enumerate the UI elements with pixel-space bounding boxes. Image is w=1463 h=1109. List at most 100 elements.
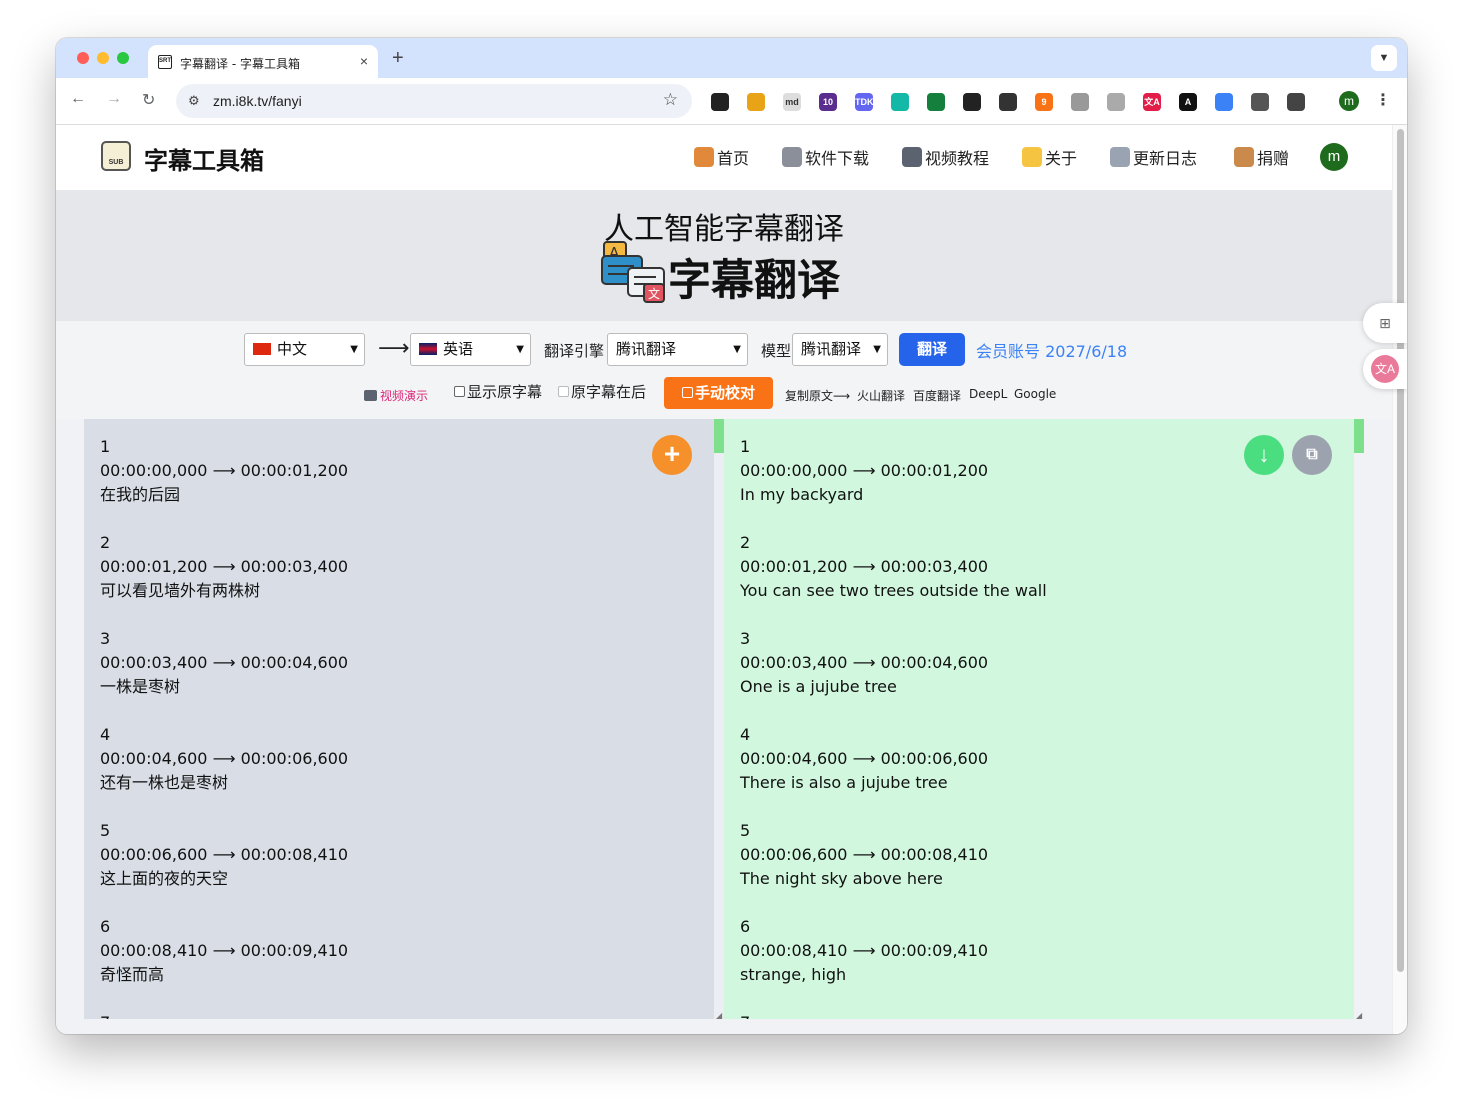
ai-extension-icon[interactable] [891, 93, 909, 111]
minimize-window-button[interactable] [97, 52, 109, 64]
nav-link-label: 关于 [1045, 149, 1078, 168]
forward-arrow-icon[interactable]: → [106, 90, 122, 108]
reader-extension-icon[interactable] [747, 93, 765, 111]
panel-divider [714, 419, 724, 1019]
source-language-select[interactable]: 中文 ▼ [244, 333, 365, 366]
member-account-link[interactable]: 会员账号 2027/6/18 [976, 338, 1127, 362]
volcano-translate-link[interactable]: 火山翻译 [857, 387, 905, 404]
cap-extension-icon[interactable]: 10 [819, 93, 837, 111]
site-logo-icon[interactable]: SUB [101, 141, 131, 171]
puzzle-extension-icon[interactable] [1251, 93, 1269, 111]
manual-proofread-button[interactable]: 手动校对 [664, 377, 773, 409]
reload-icon[interactable]: ↻ [142, 90, 155, 110]
source-language-value: 中文 [277, 340, 308, 358]
nine-extension-icon[interactable]: 9 [1035, 93, 1053, 111]
circle-extension-icon[interactable] [999, 93, 1017, 111]
subtitle-text: 一株是枣树 [100, 677, 181, 696]
playlist-extension-icon[interactable] [1287, 93, 1305, 111]
subtitle-index: 1 [100, 437, 111, 456]
subtitle-time: 00:00:08,410 ⟶ 00:00:09,410 [100, 941, 349, 960]
translate-extension-icon[interactable]: 文A [1143, 93, 1161, 111]
checkbox-box[interactable] [454, 386, 465, 397]
subtitle-entry: 6 00:00:08,410 ⟶ 00:00:09,410 奇怪而高 [100, 915, 348, 987]
translate-button[interactable]: 翻译 [899, 333, 965, 366]
url-text[interactable]: zm.i8k.tv/fanyi [213, 93, 302, 109]
subtitle-entry: 7 [740, 1011, 1047, 1019]
show-original-checkbox[interactable]: 显示原字幕 [454, 381, 542, 402]
subtitle-text: In my backyard [740, 485, 864, 504]
green-extension-icon[interactable] [927, 93, 945, 111]
target-subtitle-textarea[interactable]: 1 00:00:00,000 ⟶ 00:00:01,200 In my backya… [724, 419, 1354, 1019]
target-language-select[interactable]: 英语 ▼ [410, 333, 531, 366]
show-original-label: 显示原字幕 [467, 383, 543, 401]
bookmark-star-icon[interactable]: ☆ [663, 90, 678, 110]
subtitle-text: 这上面的夜的天空 [100, 869, 229, 888]
right-progress-marker [1354, 419, 1364, 453]
markdown-extension-icon[interactable]: md [783, 93, 801, 111]
video-demo-text: 视频演示 [380, 389, 429, 403]
google-link[interactable]: Google [1014, 387, 1056, 401]
add-file-button[interactable]: + [652, 435, 692, 475]
new-tab-button[interactable]: + [392, 47, 404, 70]
address-bar[interactable]: ⚙ zm.i8k.tv/fanyi ☆ [176, 84, 692, 118]
chevron-down-icon: ▼ [733, 344, 741, 355]
nav-link-2[interactable]: 视频教程 [902, 145, 989, 169]
user-avatar[interactable]: m [1320, 143, 1348, 171]
nav-link-1[interactable]: 软件下载 [782, 145, 869, 169]
resize-handle-icon[interactable]: ◢ [1356, 1011, 1362, 1020]
deepl-link[interactable]: DeepL [969, 387, 1007, 401]
subtitle-time: 00:00:04,600 ⟶ 00:00:06,600 [100, 749, 349, 768]
subtitle-entry: 1 00:00:00,000 ⟶ 00:00:01,200 In my backya… [740, 435, 1047, 507]
subtitle-index: 5 [100, 821, 111, 840]
floating-qr-button[interactable]: ⊞ [1363, 303, 1407, 343]
engine-label: 翻译引擎 [544, 342, 605, 360]
nav-link-3[interactable]: 关于 [1022, 145, 1077, 169]
checkbox-box[interactable] [558, 386, 569, 397]
subtitle-entry: 5 00:00:06,600 ⟶ 00:00:08,410 The night sk… [740, 819, 1047, 891]
chevron-down-icon: ▼ [516, 344, 524, 355]
copy-button[interactable]: ⧉ [1292, 435, 1332, 475]
source-entries: 1 00:00:00,000 ⟶ 00:00:01,200 在我的后园 2 00:00:… [100, 435, 348, 1019]
browser-menu-icon[interactable]: ⋮ [1375, 90, 1391, 110]
copy-original-link[interactable]: 复制原文⟶ [785, 387, 850, 404]
tab-strip: SRT 字幕翻译 - 字幕工具箱 × + ▼ [56, 38, 1407, 78]
scrollbar-thumb[interactable] [1397, 129, 1404, 972]
engine-select[interactable]: 腾讯翻译 ▼ [607, 333, 748, 366]
download-button[interactable]: ↓ [1244, 435, 1284, 475]
camera-extension-icon[interactable] [1071, 93, 1089, 111]
subtitle-entry: 4 00:00:04,600 ⟶ 00:00:06,600 There is als… [740, 723, 1047, 795]
a-extension-icon[interactable]: A [1179, 93, 1197, 111]
pen-extension-icon[interactable] [963, 93, 981, 111]
back-arrow-icon[interactable]: ← [70, 90, 86, 108]
source-subtitle-textarea[interactable]: 1 00:00:00,000 ⟶ 00:00:01,200 在我的后园 2 00:00:… [84, 419, 714, 1019]
close-window-button[interactable] [77, 52, 89, 64]
baidu-translate-link[interactable]: 百度翻译 [913, 387, 961, 404]
mask-extension-icon[interactable] [711, 93, 729, 111]
subtitle-entry: 3 00:00:03,400 ⟶ 00:00:04,600 一株是枣树 [100, 627, 348, 699]
zoom-window-button[interactable] [117, 52, 129, 64]
model-value: 腾讯翻译 [801, 340, 862, 358]
nav-link-4[interactable]: 更新日志 [1110, 145, 1197, 169]
tdk-extension-icon[interactable]: TDK [855, 93, 873, 111]
original-after-checkbox[interactable]: 原字幕在后 [558, 381, 646, 402]
chat-extension-icon[interactable] [1107, 93, 1125, 111]
page-scrollbar[interactable] [1392, 125, 1407, 1034]
video-demo-link[interactable]: 视频演示 [364, 387, 428, 404]
browser-tab-active[interactable]: SRT 字幕翻译 - 字幕工具箱 × [148, 45, 378, 78]
hero-subtitle: 人工智能字幕翻译 [604, 212, 844, 247]
site-settings-icon[interactable]: ⚙ [188, 93, 200, 109]
subtitle-text: 可以看见墙外有两株树 [100, 581, 261, 600]
browser-profile-avatar[interactable]: m [1339, 91, 1359, 111]
file-extension-icon[interactable] [1215, 93, 1233, 111]
site-logo-text[interactable]: 字幕工具箱 [144, 141, 264, 176]
model-select[interactable]: 腾讯翻译 ▼ [792, 333, 888, 366]
tv-icon [902, 147, 922, 167]
tab-search-chevron-icon[interactable]: ▼ [1371, 45, 1397, 71]
subtitle-entry: 3 00:00:03,400 ⟶ 00:00:04,600 One is a juj… [740, 627, 1047, 699]
tab-close-icon[interactable]: × [360, 53, 368, 69]
floating-translate-button[interactable]: 文A [1363, 349, 1407, 389]
srt-favicon-icon: SRT [158, 55, 172, 69]
nav-link-5[interactable]: 捐赠 [1234, 145, 1289, 169]
nav-link-0[interactable]: 首页 [694, 145, 749, 169]
resize-handle-icon[interactable]: ◢ [716, 1011, 722, 1020]
